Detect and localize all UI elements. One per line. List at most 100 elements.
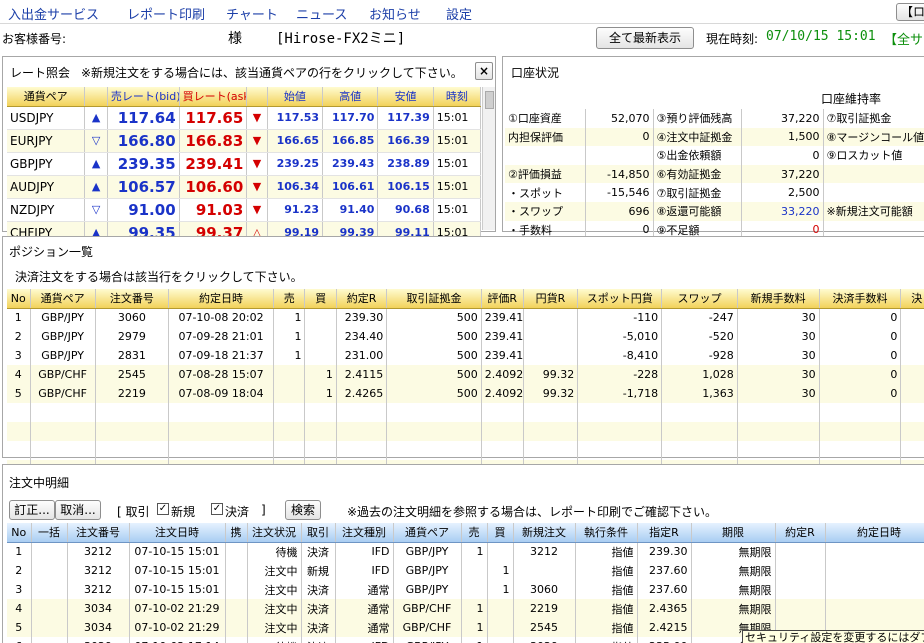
rate-scrollbar[interactable] [482, 87, 495, 230]
position-cell: 30 [737, 365, 820, 384]
account-value-1: -15,546 [585, 183, 654, 202]
rate-open: 166.65 [267, 129, 324, 153]
position-cell: -110 [577, 308, 663, 327]
rate-row[interactable]: GBPJPY ▲ 239.35 239.41 ▼ 239.25 239.43 238.89 15… [7, 152, 482, 176]
order-row[interactable]: 2 3212 07-10-15 15:01 注文中 新規 IFD GBP/JPY 1 指値 237… [7, 561, 924, 580]
rate-row[interactable]: NZDJPY ▽ 91.00 91.03 ▼ 91.23 91.40 90.68 15:01 [7, 198, 482, 222]
position-cell: 07-09-28 21:01 [168, 327, 274, 346]
position-cell: 2.4265 [336, 384, 388, 403]
rate-scroll-thumb[interactable] [485, 91, 494, 109]
position-cell [523, 308, 579, 327]
ask-arrow-icon: ▼ [246, 106, 268, 130]
position-cell: 0 [819, 327, 902, 346]
menu-bar: 入出金サービス レポート印刷 チャート ニュース お知らせ 設定 【ロ [0, 0, 924, 24]
correct-order-button[interactable]: 訂正... [9, 500, 55, 520]
account-value-1: 0 [585, 127, 654, 147]
order-cell: 3029 [513, 637, 576, 643]
filter-new-checkbox[interactable]: ✓ [157, 503, 169, 515]
position-cell: 1 [304, 365, 337, 384]
customer-label: お客様番号: [2, 32, 67, 46]
order-row[interactable]: 4 3034 07-10-02 21:29 注文中 決済 通常 GBP/CHF 1 2219 指値… [7, 599, 924, 618]
cancel-order-button[interactable]: 取消... [55, 500, 101, 520]
order-panel-note: ※過去の注文明細を参照する場合は、レポート印刷でご確認下さい。 [347, 505, 718, 519]
account-panel: 口座状況 口座維持率 ①口座資産 52,070 ③預り評価残高 37,220 ⑦取引証拠… [502, 56, 924, 240]
order-cell: 決済 [301, 618, 336, 637]
position-cell: 2545 [95, 365, 170, 384]
order-cell: GBP/JPY [393, 561, 462, 580]
order-cell: 3212 [513, 542, 576, 561]
order-cell [775, 599, 826, 618]
account-label-1 [505, 146, 586, 165]
refresh-all-button[interactable]: 全て最新表示 [596, 27, 694, 49]
order-cell [487, 599, 514, 618]
current-time-label: 現在時刻: [706, 32, 759, 46]
position-cell: -5,010 [577, 327, 663, 346]
order-cell: 無期限 [691, 542, 776, 561]
account-label-2: ⑥有効証拠金 [653, 164, 742, 184]
account-label-3 [823, 164, 924, 184]
account-value-2: 1,500 [741, 127, 824, 147]
position-row[interactable]: 2 GBP/JPY 2979 07-09-28 21:01 1 234.40 500 239.… [7, 327, 924, 346]
order-col-header: 指定R [637, 523, 692, 543]
rate-row[interactable]: USDJPY ▲ 117.64 117.65 ▼ 117.53 117.70 117.39 15… [7, 106, 482, 130]
position-cell: 99.32 [523, 365, 579, 384]
order-cell: 注文中 [247, 618, 302, 637]
menu-news[interactable]: ニュース [296, 4, 347, 23]
rate-ask: 91.03 [179, 198, 248, 222]
order-cell: GBP/CHF [393, 618, 462, 637]
menu-chart[interactable]: チャート [226, 4, 278, 23]
position-cell: 1 [304, 384, 337, 403]
menu-report[interactable]: レポート印刷 [127, 4, 205, 23]
order-col-header: 約定R [775, 523, 826, 543]
order-cell [31, 561, 68, 580]
rate-header-row: 通貨ペア 売レート(bid) 買レート(ask) 始値 高値 安値 時刻 [7, 87, 482, 107]
filter-settle-checkbox[interactable]: ✓ [211, 503, 223, 515]
header-row: お客様番号: 様 [Hirose-FX2ミニ] 全て最新表示 現在時刻: 07/… [0, 24, 924, 52]
menu-settings[interactable]: 設定 [446, 4, 472, 23]
position-cell: 1 [273, 327, 306, 346]
order-cell: 無期限 [691, 599, 776, 618]
order-cell: 指値 [575, 618, 638, 637]
order-col-header: 一括 [31, 523, 68, 543]
menu-deposit[interactable]: 入出金サービス [8, 4, 99, 23]
position-cell: 07-08-09 18:04 [168, 384, 274, 403]
rate-open: 239.25 [267, 152, 324, 176]
search-button[interactable]: 検索 [285, 500, 321, 520]
account-label-3: ※新規注文可能額 [823, 201, 924, 221]
position-row[interactable]: 5 GBP/CHF 2219 07-08-09 18:04 1 2.4265 500 2.40… [7, 384, 924, 403]
position-cell: 0 [819, 346, 902, 365]
order-cell: 6 [7, 637, 32, 643]
order-row[interactable]: 3 3212 07-10-15 15:01 注文中 決済 通常 GBP/JPY 1 3060 指値… [7, 580, 924, 599]
position-row[interactable]: 4 GBP/CHF 2545 07-08-28 15:07 1 2.4115 500 2.40… [7, 365, 924, 384]
rate-row[interactable]: AUDJPY ▲ 106.57 106.60 ▼ 106.34 106.61 106.15 15… [7, 175, 482, 199]
position-row[interactable]: 1 GBP/JPY 3060 07-10-08 20:02 1 239.30 500 239.… [7, 308, 924, 327]
rate-pair: GBPJPY [7, 152, 86, 176]
order-cell [461, 561, 488, 580]
position-col-header: 約定日時 [168, 289, 274, 309]
position-cell: 1 [273, 346, 306, 365]
filter-new-label: 新規 [171, 505, 196, 519]
account-label-1: ①口座資産 [505, 109, 586, 128]
position-col-header: No [7, 289, 31, 309]
order-cell: 07-10-15 15:01 [129, 561, 226, 580]
rate-pair: USDJPY [7, 106, 86, 130]
close-icon[interactable]: × [475, 62, 493, 80]
order-col-header: 取引 [301, 523, 336, 543]
order-cell: 5 [7, 618, 32, 637]
order-cell: 07-10-15 15:01 [129, 542, 226, 561]
position-cell: 1,028 [661, 365, 738, 384]
top-right-button[interactable]: 【ロ [896, 3, 924, 21]
order-cell: 指値 [575, 599, 638, 618]
position-cell: GBP/JPY [30, 346, 96, 365]
order-cell: 通常 [335, 580, 394, 599]
rate-row[interactable]: EURJPY ▽ 166.80 166.83 ▼ 166.65 166.85 166.39 15… [7, 129, 482, 153]
position-empty-row [7, 422, 924, 441]
position-row[interactable]: 3 GBP/JPY 2831 07-09-18 21:37 1 231.00 500 239.… [7, 346, 924, 365]
order-cell: 決済 [301, 599, 336, 618]
order-cell: 3034 [67, 618, 130, 637]
position-col-header: 評価R [481, 289, 524, 309]
order-row[interactable]: 1 3212 07-10-15 15:01 待機 決済 IFD GBP/JPY 1 3212 指値… [7, 542, 924, 561]
menu-notice[interactable]: お知らせ [369, 4, 421, 23]
rate-open: 91.23 [267, 198, 324, 222]
order-cell: 1 [461, 637, 488, 643]
